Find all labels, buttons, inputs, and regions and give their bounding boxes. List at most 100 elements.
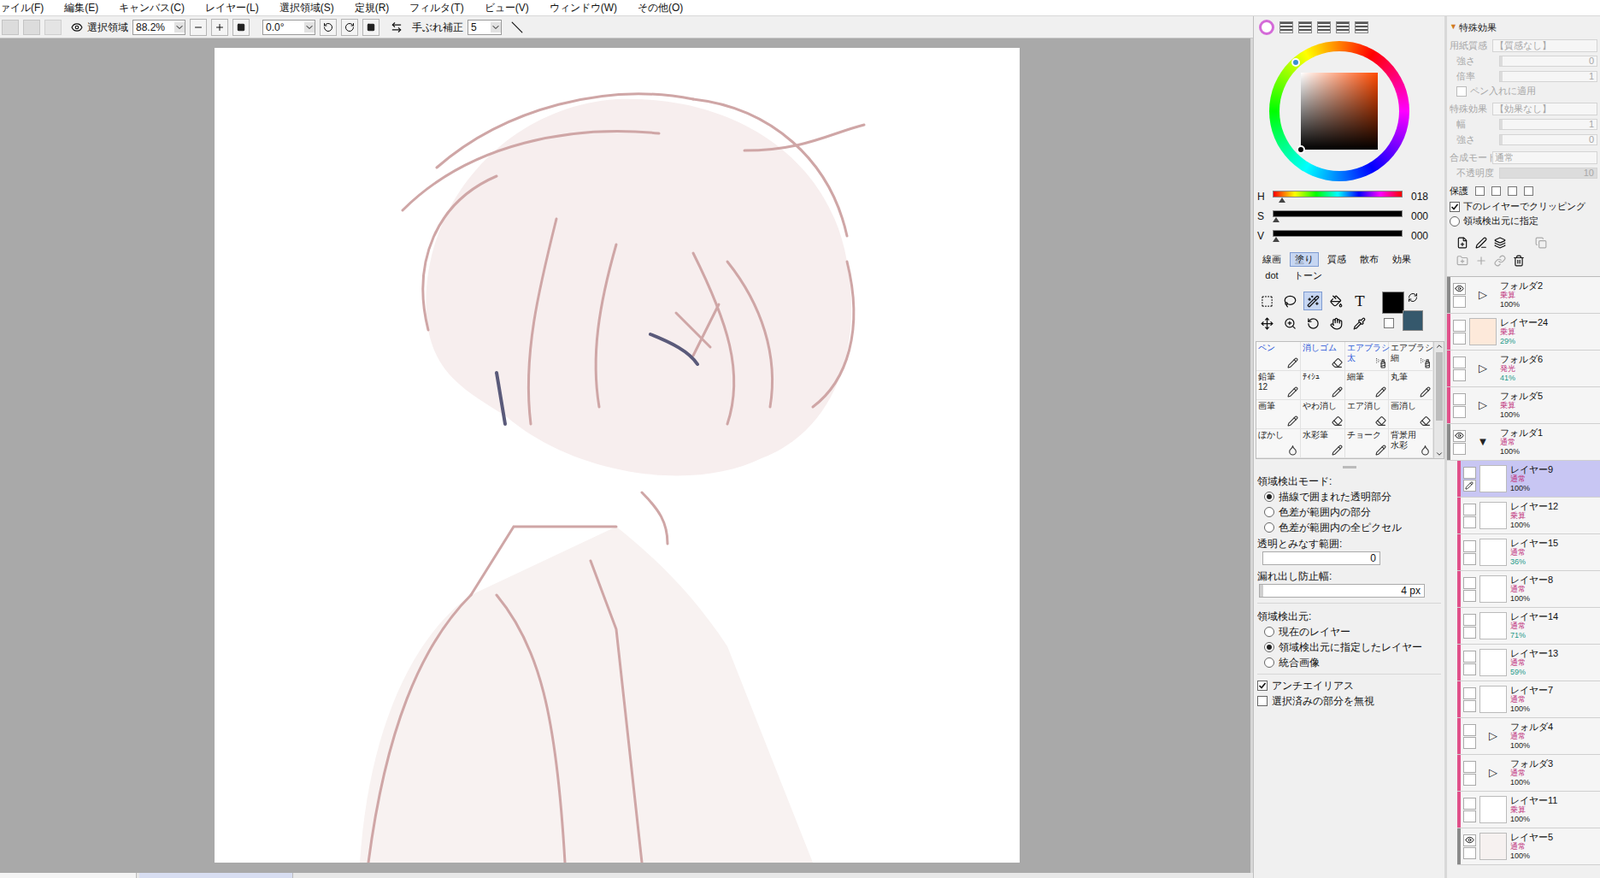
lock-toggle[interactable] xyxy=(1463,810,1477,823)
hue-marker[interactable] xyxy=(1291,58,1300,67)
clipping-check[interactable]: 下のレイヤーでクリッピング xyxy=(1449,199,1598,214)
visibility-toggle[interactable] xyxy=(1463,687,1477,700)
folder-toggle[interactable]: ▷ xyxy=(1488,764,1498,782)
tool-tab[interactable]: dot xyxy=(1257,268,1287,283)
radio[interactable] xyxy=(1264,626,1275,637)
radio[interactable] xyxy=(1264,641,1275,653)
zoom-field[interactable]: 88.2% xyxy=(132,19,186,36)
hsv-slider[interactable]: S000 xyxy=(1257,208,1442,224)
zoom-in-button[interactable] xyxy=(211,18,229,36)
color-mode-icon[interactable] xyxy=(1298,21,1312,34)
brush-scrollbar[interactable] xyxy=(1433,341,1444,459)
rotate-left-button[interactable] xyxy=(319,18,337,36)
layer-row[interactable]: レイヤー8通常100% xyxy=(1457,570,1600,608)
menu-item[interactable]: 定規(R) xyxy=(344,0,400,16)
primary-color-swatch[interactable] xyxy=(1382,291,1405,314)
link-icon[interactable] xyxy=(1494,254,1506,267)
menu-item[interactable]: フィルタ(T) xyxy=(399,0,474,16)
lock-toggle[interactable] xyxy=(1463,700,1477,712)
merge-icon[interactable] xyxy=(1475,254,1488,267)
transfer-icon[interactable] xyxy=(1456,254,1469,267)
fill-check[interactable]: アンチエイリアス xyxy=(1257,677,1442,694)
brush-slot[interactable]: 水彩筆 xyxy=(1300,429,1346,459)
visibility-toggle[interactable] xyxy=(1452,319,1466,332)
visibility-toggle[interactable] xyxy=(1463,760,1477,773)
folder-toggle[interactable]: ▷ xyxy=(1478,286,1488,304)
lock-toggle[interactable] xyxy=(1463,773,1477,786)
brush-slot[interactable]: エア消し xyxy=(1345,400,1390,430)
lock-toggle[interactable] xyxy=(1463,552,1477,565)
stabilizer-field[interactable]: 5 xyxy=(467,19,502,36)
radio[interactable] xyxy=(1264,491,1275,502)
effect-select[interactable]: 合成モード通常 xyxy=(1449,149,1598,165)
history-button[interactable] xyxy=(1,19,19,36)
effect-select[interactable]: 特殊効果【効果なし】 xyxy=(1449,100,1598,117)
color-mode-icon[interactable] xyxy=(1335,21,1350,34)
brush-slot[interactable]: ﾃｨｼｭ xyxy=(1300,370,1346,400)
effect-slider[interactable]: 強さ0 xyxy=(1449,131,1598,148)
protect-button[interactable] xyxy=(1523,186,1534,196)
brush-slot[interactable]: 画筆 xyxy=(1256,400,1301,430)
source-option[interactable]: 領域検出元に指定したレイヤー xyxy=(1257,639,1442,655)
tool-button[interactable] xyxy=(1280,313,1300,333)
effect-check[interactable]: ペン入れに適用 xyxy=(1449,83,1598,99)
menu-item[interactable]: 選択領域(S) xyxy=(269,0,345,16)
layer-row[interactable]: レイヤー13通常59% xyxy=(1457,644,1600,682)
tool-button[interactable] xyxy=(1303,313,1323,333)
angle-field[interactable]: 0.0° xyxy=(262,19,316,36)
source-option[interactable]: 現在のレイヤー xyxy=(1257,623,1442,640)
slider-marker[interactable] xyxy=(1272,236,1280,242)
menu-item[interactable]: キャンバス(C) xyxy=(108,0,195,16)
history-button[interactable] xyxy=(44,19,62,36)
lock-toggle[interactable] xyxy=(1463,479,1477,492)
layer-row[interactable]: ▼フォルダ1通常100% xyxy=(1447,423,1600,461)
layer-row[interactable]: レイヤー24乗算29% xyxy=(1447,313,1600,351)
menu-item[interactable]: ァイル(F) xyxy=(0,0,54,16)
radio[interactable] xyxy=(1264,657,1275,668)
layer-row[interactable]: レイヤー5通常100% xyxy=(1457,828,1600,865)
visibility-toggle[interactable] xyxy=(1463,650,1477,663)
tool-button[interactable] xyxy=(1303,291,1323,311)
rotate-right-button[interactable] xyxy=(341,18,359,36)
brush-slot[interactable]: やわ消し xyxy=(1300,400,1346,430)
lock-toggle[interactable] xyxy=(1452,405,1466,418)
visibility-toggle[interactable] xyxy=(1463,576,1477,589)
new-pen-layer-icon[interactable] xyxy=(1475,236,1488,249)
radio[interactable] xyxy=(1264,506,1275,518)
color-mode-icon[interactable] xyxy=(1354,21,1369,34)
lock-toggle[interactable] xyxy=(1463,847,1477,859)
effect-slider[interactable]: 倍率1 xyxy=(1449,68,1598,84)
scroll-up-icon[interactable] xyxy=(1435,341,1444,351)
color-wheel-mode-icon[interactable] xyxy=(1258,19,1275,36)
radio[interactable] xyxy=(1264,522,1275,533)
layer-row[interactable]: ▷フォルダ4通常100% xyxy=(1457,717,1600,755)
brush-slot[interactable]: ぼかし xyxy=(1256,429,1301,459)
visibility-toggle[interactable] xyxy=(1463,723,1477,736)
menu-item[interactable]: ビュー(V) xyxy=(474,0,540,16)
zoom-reset-button[interactable] xyxy=(232,18,250,36)
tool-tab[interactable]: 効果 xyxy=(1387,252,1417,267)
effect-slider[interactable]: 不透明度10 xyxy=(1449,164,1598,181)
mode-option[interactable]: 描線で囲まれた透明部分 xyxy=(1257,488,1442,505)
tool-button[interactable] xyxy=(1257,291,1277,311)
dropdown-icon[interactable] xyxy=(304,22,315,33)
layer-row[interactable]: レイヤー12乗算100% xyxy=(1457,497,1600,535)
folder-toggle[interactable]: ▼ xyxy=(1477,433,1489,451)
lock-toggle[interactable] xyxy=(1452,332,1466,345)
sv-marker[interactable] xyxy=(1296,145,1306,154)
menu-item[interactable]: その他(O) xyxy=(627,0,694,16)
layer-row[interactable]: ▷フォルダ3通常100% xyxy=(1457,754,1600,792)
lock-toggle[interactable] xyxy=(1463,516,1477,529)
effects-header[interactable]: ▼特殊効果 xyxy=(1449,19,1598,36)
checkbox[interactable] xyxy=(1257,680,1268,691)
protect-button[interactable] xyxy=(1475,186,1485,196)
leak-slider[interactable]: 4 px xyxy=(1258,583,1425,598)
tool-button[interactable] xyxy=(1280,291,1300,311)
transparent-color-icon[interactable] xyxy=(1383,317,1395,329)
brush-slot[interactable]: 鉛筆12 xyxy=(1256,370,1301,400)
protect-button[interactable] xyxy=(1507,186,1518,196)
brush-slot[interactable]: 消しゴム xyxy=(1300,341,1346,371)
visibility-toggle[interactable] xyxy=(1463,540,1477,553)
tool-tab[interactable]: 散布 xyxy=(1354,252,1384,267)
lock-toggle[interactable] xyxy=(1452,369,1466,382)
